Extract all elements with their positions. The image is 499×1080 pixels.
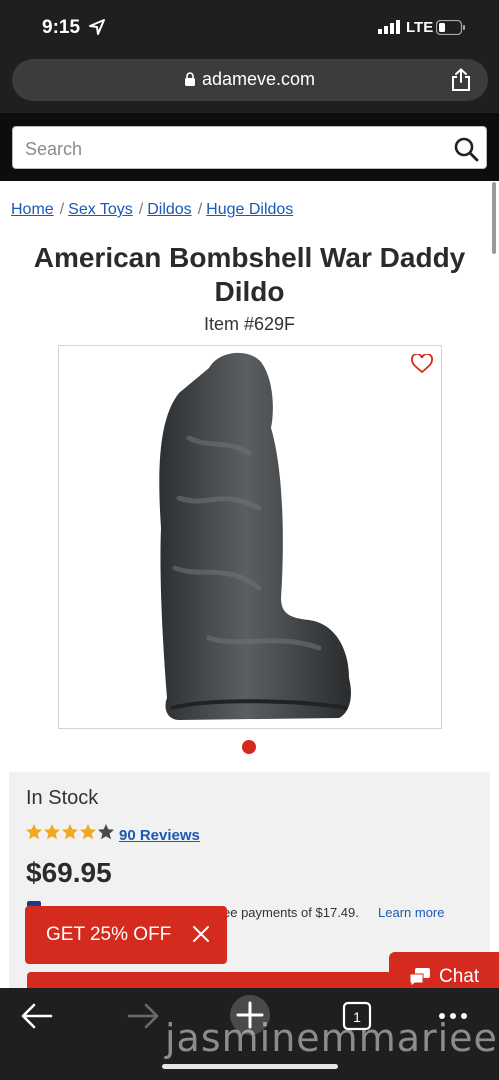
breadcrumb-huge-dildos[interactable]: Huge Dildos: [206, 201, 293, 218]
browser-chrome: 9:15 LTE adameve.com: [0, 0, 499, 113]
lock-icon: [185, 72, 195, 86]
chat-label: Chat: [439, 966, 480, 987]
battery-icon: [436, 20, 465, 35]
promo-label: GET 25% OFF: [46, 924, 172, 945]
location-arrow-icon: [89, 19, 105, 35]
product-title: American Bombshell War Daddy Dildo: [33, 242, 466, 307]
address-bar-domain: adameve.com: [202, 69, 316, 89]
stock-status: In Stock: [26, 787, 99, 809]
discount-promo-button[interactable]: GET 25% OFF: [25, 906, 227, 964]
page-scrollbar[interactable]: [492, 182, 496, 254]
product-image[interactable]: [58, 345, 442, 729]
back-arrow-icon[interactable]: [20, 1000, 54, 1032]
search-icon[interactable]: [453, 136, 479, 162]
breadcrumb-sex-toys[interactable]: Sex Toys: [68, 201, 133, 218]
installments-text: ee payments of $17.49.: [223, 905, 359, 920]
reviews-link[interactable]: 90 Reviews: [119, 827, 200, 844]
chat-bubble-icon: [409, 968, 430, 987]
search-placeholder: Search: [25, 139, 83, 159]
star-rating-icon: [26, 824, 114, 840]
item-number: Item #629F: [203, 314, 296, 334]
close-icon[interactable]: [192, 925, 210, 943]
network-label: LTE: [406, 19, 434, 36]
watermark-text: jasminemmarieee: [165, 1016, 499, 1060]
site-header: Search: [0, 113, 499, 181]
status-bar: 9:15 LTE: [0, 0, 499, 56]
carousel-indicator-active[interactable]: [242, 740, 256, 754]
share-icon[interactable]: [450, 68, 472, 92]
address-bar[interactable]: adameve.com: [12, 59, 488, 101]
search-input[interactable]: Search: [12, 126, 487, 169]
breadcrumb-dildos[interactable]: Dildos: [147, 201, 191, 218]
product-price: $69.95: [26, 857, 112, 888]
wishlist-heart-icon[interactable]: [411, 354, 433, 374]
cellular-signal-icon: [378, 20, 400, 34]
breadcrumb-home[interactable]: Home: [11, 201, 54, 218]
status-time: 9:15: [42, 17, 81, 38]
learn-more-link[interactable]: Learn more: [378, 905, 444, 920]
breadcrumb: Home / Sex Toys / Dildos / Huge Dildos: [11, 201, 294, 218]
home-indicator[interactable]: [162, 1064, 338, 1069]
forward-arrow-icon[interactable]: [126, 1000, 160, 1032]
product-photo: [159, 352, 351, 720]
